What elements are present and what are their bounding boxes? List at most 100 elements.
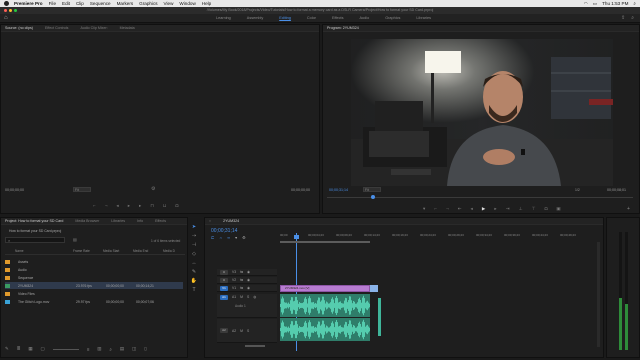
list-view-icon[interactable]: ≣ [17,346,21,352]
program-playhead[interactable] [371,195,375,199]
new-bin-icon[interactable]: ▤ [73,237,77,242]
hand-tool-icon[interactable]: ✋ [191,278,197,284]
audio-clip-waveform[interactable] [280,294,382,342]
menu-clip[interactable]: Clip [76,1,84,6]
mark-out-icon[interactable]: ¬ [446,206,449,212]
menu-file[interactable]: File [49,1,56,6]
project-item[interactable]: 2YUM324 23.976 fps 00;00;00;00 00;00;14;21 [5,282,183,289]
lock-toggle[interactable]: ⊡ [220,277,228,283]
pen-tool-icon[interactable]: ✎ [192,269,196,275]
wifi-icon[interactable]: ◠ [584,1,588,7]
minimize-window-button[interactable] [9,9,12,12]
source-patch-a2[interactable]: A2 [220,328,228,333]
video-clip-tail[interactable] [370,285,378,292]
clock[interactable]: Thu 1:53 PM [602,1,628,7]
automate-icon[interactable]: ▥ [97,346,101,352]
timeline-timecode[interactable]: 00;00;31;14 [211,228,237,234]
timeline-zoom-scrollbar[interactable] [245,345,265,347]
sync-lock-icon[interactable]: ⇆ [240,286,243,290]
type-tool-icon[interactable]: T [192,287,195,293]
share-icon[interactable]: ⇪ [621,15,625,21]
export-frame-icon[interactable]: ◘ [176,203,179,209]
menu-view[interactable]: View [164,1,174,6]
tab-source[interactable]: Source: (no clips) [5,26,33,30]
timeline-vertical-scrollbar[interactable] [597,242,600,347]
workspace-learning[interactable]: Learning [216,16,231,20]
work-area-bar[interactable] [280,241,370,243]
tab-metadata[interactable]: Metadata [120,26,135,30]
menu-edit[interactable]: Edit [62,1,70,6]
zoom-window-button[interactable] [14,9,17,12]
playback-resolution[interactable]: 1/2 [575,188,580,192]
freeform-view-icon[interactable]: ▢ [41,346,45,352]
trash-icon[interactable]: ▯ [144,346,146,352]
play-icon[interactable]: ▸ [128,203,130,209]
tab-libraries[interactable]: Libraries [111,219,125,223]
add-marker-icon[interactable]: ▾ [423,206,425,212]
program-timecode[interactable]: 00;00;31;14 [329,188,348,192]
linked-selection-icon[interactable]: ∞ [227,235,230,240]
video-clip[interactable]: 2YUM324.mov [V] [280,285,370,292]
apple-icon[interactable] [4,1,9,6]
search-icon[interactable]: ⌕ [633,1,636,7]
step-back-icon[interactable]: ◂ [471,206,473,212]
solo-button[interactable]: S [247,329,249,333]
time-ruler[interactable]: 00;00 00;00;04;23 00;00;09;23 00;00;14;23 00… [280,233,600,240]
solo-button[interactable]: S [247,295,249,299]
sort-icon[interactable]: ≡ [87,347,90,352]
column-frame-rate[interactable]: Frame Rate [73,249,103,254]
eye-icon[interactable]: ◉ [247,278,250,282]
tab-info[interactable]: Info [137,219,143,223]
program-fit-select[interactable]: Fit [363,187,381,192]
mute-button[interactable]: M [240,295,243,299]
project-search-input[interactable]: ⌕ [5,237,65,243]
mark-in-icon[interactable]: ⌐ [93,203,96,209]
overwrite-icon[interactable]: ⊔ [163,203,167,209]
project-item[interactable]: The Glitch Logo.mov 29.97 fps 00;00;00;00 0… [5,298,183,305]
export-frame-icon[interactable]: ◘ [545,206,548,212]
go-to-out-icon[interactable]: ⇥ [506,206,510,212]
step-forward-icon[interactable]: ▸ [139,203,141,209]
column-media-duration[interactable]: Media D [163,249,183,254]
menu-sequence[interactable]: Sequence [90,1,111,6]
workspace-assembly[interactable]: Assembly [247,16,263,20]
zoom-slider[interactable] [52,348,79,350]
source-timecode-in[interactable]: 00;00;00;00 [5,188,24,192]
add-button-icon[interactable]: + [627,206,630,212]
home-icon[interactable]: ⌂ [4,15,10,21]
lock-toggle[interactable]: ⊡ [220,269,228,275]
tab-effects[interactable]: Effects [155,219,166,223]
eye-icon[interactable]: ◉ [247,286,250,290]
project-item[interactable]: Audio [5,266,183,273]
razor-tool-icon[interactable]: ◇ [192,251,196,257]
step-forward-icon[interactable]: ▸ [494,206,496,212]
comparison-view-icon[interactable]: ▣ [556,206,560,212]
selection-tool-icon[interactable]: ➤ [192,224,196,230]
search-icon[interactable]: ⌕ [631,15,634,21]
tab-sequence[interactable]: 2YUM324 [223,219,239,223]
column-media-end[interactable]: Media End [133,249,163,254]
mark-out-icon[interactable]: ¬ [105,203,108,209]
source-settings-icon[interactable]: ⚙ [151,186,155,192]
go-to-in-icon[interactable]: ⇤ [458,206,462,212]
new-bin-icon[interactable]: ▤ [120,346,124,352]
icon-view-icon[interactable]: ▦ [28,346,32,352]
battery-icon[interactable]: ▭ [593,1,597,7]
mute-button[interactable]: M [240,329,243,333]
project-item[interactable]: Sequence [5,274,183,281]
insert-icon[interactable]: ⊓ [150,203,154,209]
column-name[interactable]: Name [5,249,73,254]
workspace-editing[interactable]: Editing [279,16,291,20]
workspace-audio[interactable]: Audio [360,16,370,20]
source-patch-a1[interactable]: A1 [220,295,228,300]
eye-icon[interactable]: ◉ [247,270,250,274]
tab-project[interactable]: Project: How to format your SD Card [5,219,63,223]
ripple-edit-tool-icon[interactable]: ⊣ [192,242,196,248]
audio-clip-tail[interactable] [378,298,381,336]
tab-audio-clip-mixer[interactable]: Audio Clip Mixer: [80,26,107,30]
close-tab-icon[interactable]: × [209,219,211,223]
play-icon[interactable]: ▶ [482,206,486,212]
track-select-tool-icon[interactable]: ⇢ [192,233,196,239]
step-back-icon[interactable]: ◂ [116,203,118,209]
workspace-effects[interactable]: Effects [332,16,344,20]
